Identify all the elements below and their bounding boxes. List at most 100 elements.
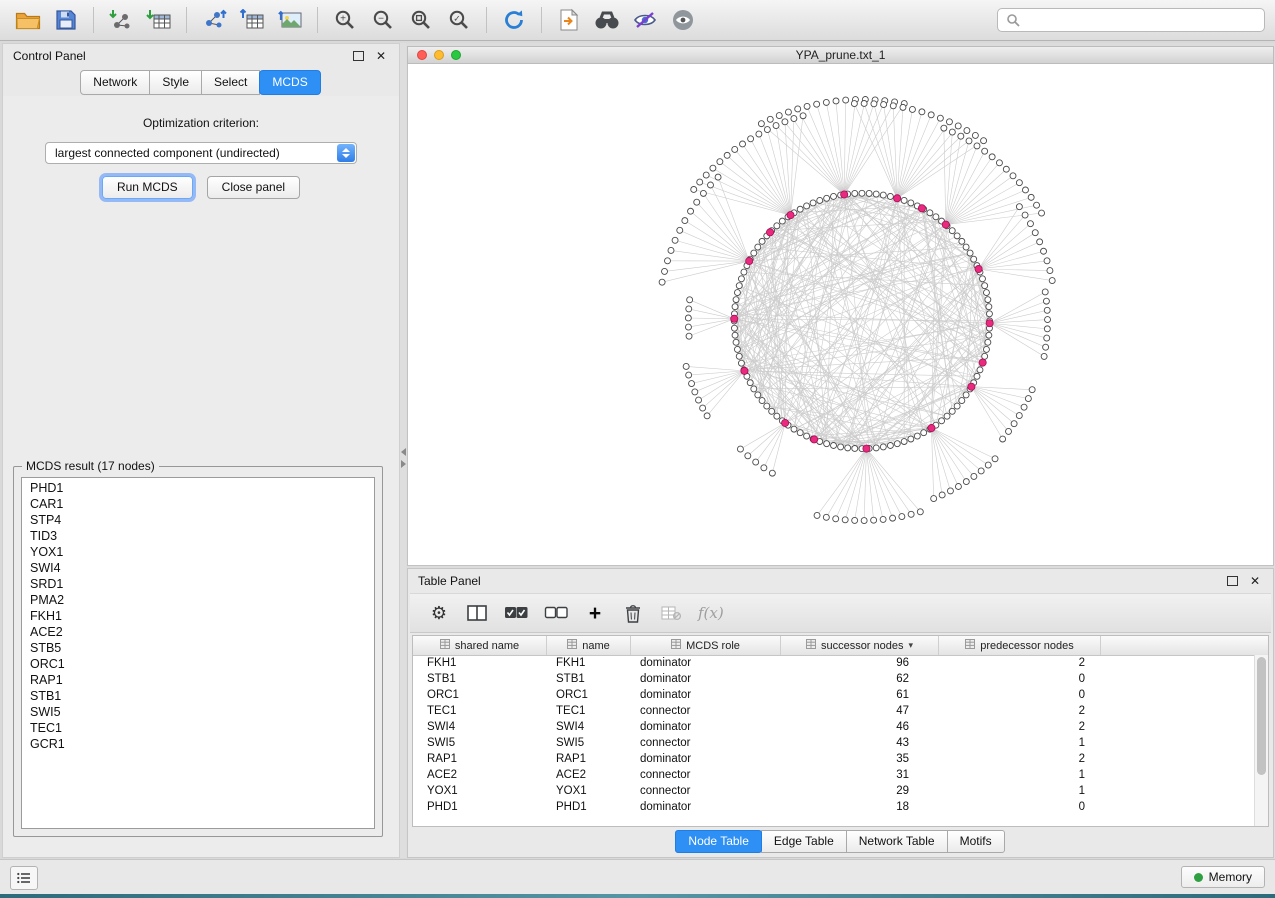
table-row[interactable]: FKH1FKH1dominator962 <box>413 655 1255 671</box>
delete-column-button[interactable] <box>622 601 644 625</box>
cell-name: STB1 <box>547 673 631 685</box>
run-mcds-button[interactable]: Run MCDS <box>102 176 193 199</box>
tab-style[interactable]: Style <box>149 70 202 95</box>
mcds-result-list[interactable]: PHD1CAR1STP4TID3YOX1SWI4SRD1PMA2FKH1ACE2… <box>21 477 375 829</box>
zoom-selected-button[interactable]: ✓ <box>441 4 477 36</box>
zoom-fit-icon <box>410 9 432 31</box>
table-panel-close-button[interactable]: ✕ <box>1247 574 1263 588</box>
select-all-button[interactable] <box>504 601 528 625</box>
window-close-button[interactable] <box>417 50 427 60</box>
tab-network[interactable]: Network <box>80 70 150 95</box>
optimization-criterion-label: Optimization criterion: <box>3 116 399 130</box>
column-header-predecessor-nodes[interactable]: predecessor nodes <box>939 636 1101 655</box>
cell-name: ACE2 <box>547 769 631 781</box>
add-column-button[interactable]: + <box>584 601 606 625</box>
export-network-button[interactable] <box>196 4 232 36</box>
save-session-button[interactable] <box>48 4 84 36</box>
show-columns-button[interactable] <box>466 601 488 625</box>
zoom-selected-icon: ✓ <box>448 9 470 31</box>
mcds-result-item[interactable]: TEC1 <box>22 720 374 736</box>
criterion-select[interactable]: largest connected component (undirected) <box>45 142 357 164</box>
column-header-MCDS-role[interactable]: MCDS role <box>631 636 781 655</box>
task-history-button[interactable] <box>10 866 38 890</box>
zoom-out-button[interactable]: − <box>365 4 401 36</box>
filter-button[interactable] <box>627 4 663 36</box>
mcds-result-item[interactable]: PHD1 <box>22 480 374 496</box>
mcds-result-item[interactable]: PMA2 <box>22 592 374 608</box>
close-mcds-panel-button[interactable]: Close panel <box>207 176 300 199</box>
cell-mcds_role: connector <box>631 705 781 717</box>
window-zoom-button[interactable] <box>451 50 461 60</box>
tab-network-table[interactable]: Network Table <box>846 830 948 853</box>
control-panel-float-button[interactable] <box>349 48 367 64</box>
open-session-button[interactable] <box>10 4 46 36</box>
mcds-result-item[interactable]: SWI5 <box>22 704 374 720</box>
mcds-result-item[interactable]: YOX1 <box>22 544 374 560</box>
import-table-button[interactable] <box>141 4 177 36</box>
network-graph[interactable] <box>408 64 1273 565</box>
deselect-all-button[interactable] <box>544 601 568 625</box>
table-row[interactable]: RAP1RAP1dominator352 <box>413 751 1255 767</box>
window-minimize-button[interactable] <box>434 50 444 60</box>
cell-shared_name: TEC1 <box>413 705 547 717</box>
zoom-in-button[interactable]: + <box>327 4 363 36</box>
tab-motifs[interactable]: Motifs <box>947 830 1005 853</box>
table-row[interactable]: ACE2ACE2connector311 <box>413 767 1255 783</box>
cell-predecessor_nodes: 1 <box>939 769 1101 781</box>
tab-mcds[interactable]: MCDS <box>259 70 320 95</box>
find-button[interactable] <box>589 4 625 36</box>
table-row[interactable]: ORC1ORC1dominator610 <box>413 687 1255 703</box>
table-scrollbar[interactable] <box>1254 655 1268 826</box>
mcds-result-item[interactable]: GCR1 <box>22 736 374 752</box>
document-share-button[interactable] <box>551 4 587 36</box>
table-row[interactable]: SWI4SWI4dominator462 <box>413 719 1255 735</box>
mcds-result-item[interactable]: ORC1 <box>22 656 374 672</box>
mcds-result-item[interactable]: STB1 <box>22 688 374 704</box>
clear-table-button[interactable] <box>660 601 682 625</box>
mcds-result-item[interactable]: STB5 <box>22 640 374 656</box>
control-panel-close-button[interactable]: ✕ <box>373 49 389 63</box>
network-canvas[interactable] <box>407 64 1274 566</box>
table-row[interactable]: YOX1YOX1connector291 <box>413 783 1255 799</box>
refresh-layout-button[interactable] <box>496 4 532 36</box>
show-hide-button[interactable] <box>665 4 701 36</box>
import-network-button[interactable] <box>103 4 139 36</box>
mcds-result-item[interactable]: ACE2 <box>22 624 374 640</box>
network-window: YPA_prune.txt_1 <box>407 46 1274 566</box>
cell-successor_nodes: 61 <box>781 689 939 701</box>
search-box[interactable] <box>997 8 1265 32</box>
table-row[interactable]: PHD1PHD1dominator180 <box>413 799 1255 815</box>
cell-shared_name: SWI5 <box>413 737 547 749</box>
zoom-fit-button[interactable] <box>403 4 439 36</box>
search-input[interactable] <box>1026 12 1256 28</box>
table-row[interactable]: SWI5SWI5connector431 <box>413 735 1255 751</box>
mcds-result-item[interactable]: CAR1 <box>22 496 374 512</box>
mcds-result-item[interactable]: RAP1 <box>22 672 374 688</box>
table-row[interactable]: STB1STB1dominator620 <box>413 671 1255 687</box>
table-settings-button[interactable]: ⚙ <box>428 601 450 625</box>
mcds-result-item[interactable]: SWI4 <box>22 560 374 576</box>
function-builder-button[interactable]: f(x) <box>698 601 724 625</box>
mcds-result-item[interactable]: FKH1 <box>22 608 374 624</box>
mcds-result-item[interactable]: STP4 <box>22 512 374 528</box>
table-row[interactable]: TEC1TEC1connector472 <box>413 703 1255 719</box>
column-header-shared-name[interactable]: shared name <box>413 636 547 655</box>
memory-button[interactable]: Memory <box>1181 866 1265 888</box>
export-table-button[interactable] <box>234 4 270 36</box>
export-image-button[interactable] <box>272 4 308 36</box>
table-panel-float-button[interactable] <box>1223 573 1241 589</box>
mcds-result-title: MCDS result (17 nodes) <box>22 459 159 473</box>
mcds-result-item[interactable]: TID3 <box>22 528 374 544</box>
cell-successor_nodes: 35 <box>781 753 939 765</box>
scrollbar-thumb[interactable] <box>1257 657 1266 775</box>
mcds-result-item[interactable]: SRD1 <box>22 576 374 592</box>
column-header-name[interactable]: name <box>547 636 631 655</box>
clear-table-icon <box>661 605 681 621</box>
network-window-titlebar[interactable]: YPA_prune.txt_1 <box>407 46 1274 64</box>
tab-edge-table[interactable]: Edge Table <box>761 830 847 853</box>
tab-node-table[interactable]: Node Table <box>675 830 762 853</box>
tab-select[interactable]: Select <box>201 70 260 95</box>
column-header-successor-nodes[interactable]: successor nodes▾ <box>781 636 939 655</box>
cell-successor_nodes: 43 <box>781 737 939 749</box>
columns-icon <box>467 605 487 621</box>
